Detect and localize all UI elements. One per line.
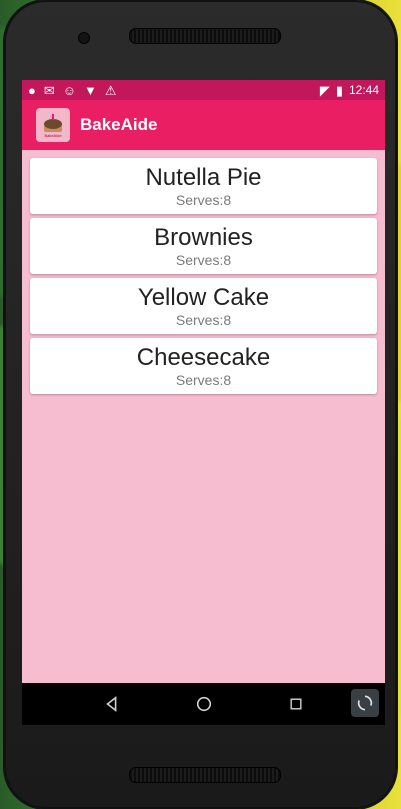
recipe-card-nutella-pie[interactable]: Nutella Pie Serves:8: [30, 158, 377, 214]
back-button[interactable]: [102, 694, 122, 714]
system-nav-bar: [22, 683, 385, 725]
recipe-name: Brownies: [154, 224, 253, 251]
signal-lte-icon: ◤: [319, 82, 330, 98]
app-toolbar: BakeAide BakeAide: [22, 100, 385, 150]
bottom-speaker: [129, 767, 281, 783]
battery-icon: ▮: [335, 82, 343, 98]
recipe-name: Yellow Cake: [137, 284, 270, 311]
status-bar: ● ✉ ☺ ▼ ⚠ ◤ ▮ 12:44: [22, 80, 385, 100]
home-button[interactable]: [194, 694, 214, 714]
recipe-name: Nutella Pie: [145, 164, 262, 191]
status-time: 12:44: [348, 83, 379, 97]
home-icon: [196, 696, 211, 712]
rotate-screen-button[interactable]: [351, 689, 379, 717]
recipe-serves: Serves:8: [175, 252, 232, 268]
recipe-name: Cheesecake: [136, 344, 271, 371]
status-notification-icons: ● ✉ ☺ ▼ ⚠: [28, 84, 117, 97]
back-icon: [105, 696, 116, 712]
app-title: BakeAide: [80, 115, 158, 134]
phone-frame: ● ✉ ☺ ▼ ⚠ ◤ ▮ 12:44 BakeAide BakeAide Nu…: [4, 0, 397, 809]
recipe-serves: Serves:8: [175, 372, 232, 388]
recipe-serves: Serves:8: [175, 312, 232, 328]
recipe-serves: Serves:8: [175, 192, 232, 208]
recipe-card-cheesecake[interactable]: Cheesecake Serves:8: [30, 338, 377, 394]
hangouts-icon: ●: [28, 82, 36, 98]
front-camera: [78, 32, 90, 44]
bull-icon: ▼: [84, 82, 97, 98]
recipe-card-yellow-cake[interactable]: Yellow Cake Serves:8: [30, 278, 377, 334]
recents-icon: [289, 698, 302, 710]
top-speaker: [129, 28, 281, 44]
warning-icon: ⚠: [104, 82, 117, 98]
recipe-list: Nutella Pie Serves:8 Brownies Serves:8 Y…: [22, 150, 385, 394]
screen: ● ✉ ☺ ▼ ⚠ ◤ ▮ 12:44 BakeAide BakeAide Nu…: [22, 80, 385, 725]
app-logo: BakeAide: [36, 108, 70, 142]
logo-text: BakeAide: [44, 133, 62, 138]
face-icon: ☺: [62, 82, 77, 98]
status-system-icons: ◤ ▮ 12:44: [320, 83, 379, 97]
recipe-card-brownies[interactable]: Brownies Serves:8: [30, 218, 377, 274]
gmail-icon: ✉: [43, 82, 55, 98]
recents-button[interactable]: [286, 694, 306, 714]
rotate-icon: [357, 695, 373, 711]
cake-logo-icon: BakeAide: [44, 114, 62, 138]
